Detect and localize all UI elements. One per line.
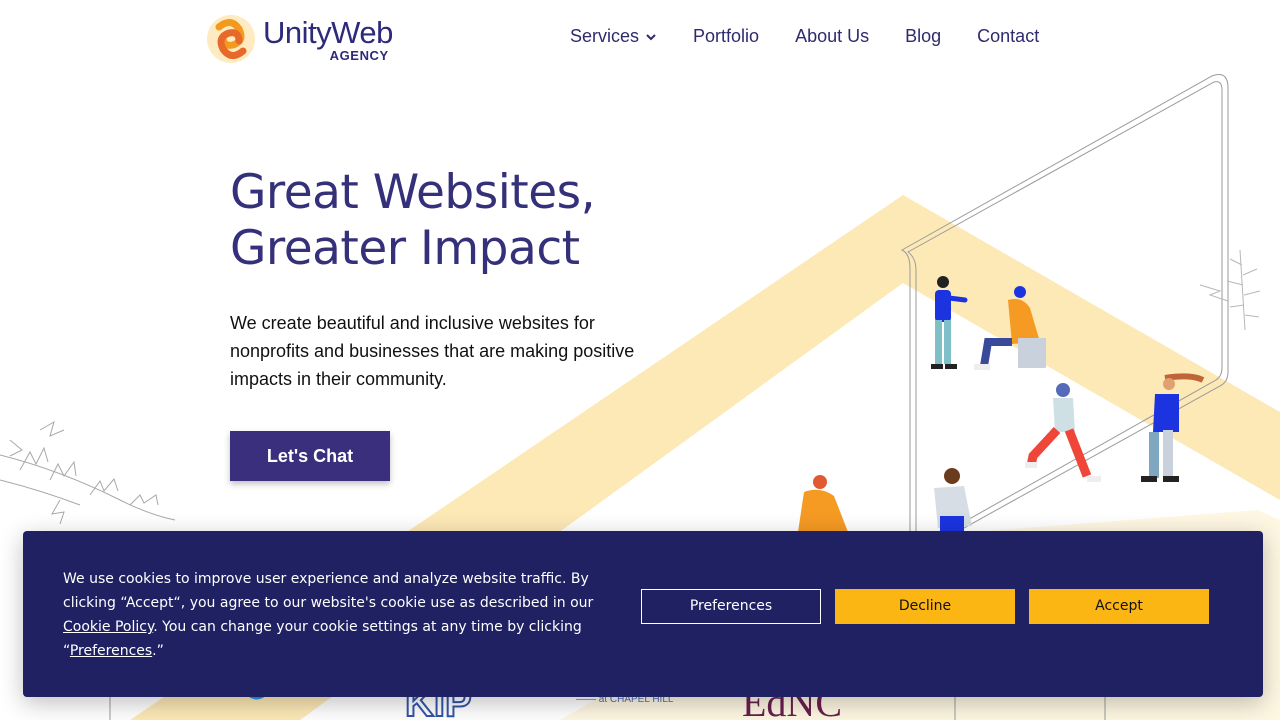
- accept-button[interactable]: Accept: [1029, 589, 1209, 624]
- decline-button[interactable]: Decline: [835, 589, 1015, 624]
- chevron-down-icon: [646, 33, 656, 40]
- lets-chat-button[interactable]: Let's Chat: [230, 431, 390, 481]
- nav-item-portfolio[interactable]: Portfolio: [693, 26, 759, 47]
- logo-brand-name: UnityWeb: [263, 14, 393, 50]
- person-standing-white-shirt: [934, 468, 972, 536]
- preferences-link[interactable]: Preferences: [70, 643, 152, 659]
- preferences-button[interactable]: Preferences: [641, 589, 821, 624]
- hero-description: We create beautiful and inclusive websit…: [230, 313, 635, 389]
- nav-item-label: Services: [570, 26, 640, 46]
- leaf-branch-right: [1199, 249, 1261, 331]
- cookie-consent-banner: We use cookies to improve user experienc…: [23, 531, 1263, 697]
- hero-title-line-2: Greater Impact: [230, 221, 580, 276]
- logo-wordmark: UnityWeb AGENCY: [263, 17, 393, 62]
- person-sitting-orange-jacket-left: [798, 475, 848, 532]
- logo-brand-sub: AGENCY: [329, 47, 389, 63]
- site-header: UnityWeb AGENCY Services Portfolio About…: [0, 0, 1280, 76]
- cookie-message: We use cookies to improve user experienc…: [63, 567, 608, 663]
- logo-mark-icon: [207, 15, 255, 63]
- hero-section: Great Websites, Greater Impact We create…: [230, 165, 700, 481]
- nav-item-contact[interactable]: Contact: [977, 26, 1039, 47]
- cookie-policy-link[interactable]: Cookie Policy: [63, 619, 153, 635]
- nav-item-services[interactable]: Services: [570, 26, 657, 47]
- hero-title: Great Websites, Greater Impact: [230, 165, 700, 277]
- nav-item-about-us[interactable]: About Us: [795, 26, 869, 47]
- cookie-text-part-3: .”: [152, 643, 164, 659]
- main-navigation: Services Portfolio About Us Blog Contact: [570, 26, 1039, 47]
- cookie-text-part-1: We use cookies to improve user experienc…: [63, 571, 594, 611]
- leaf-branch-left: [0, 420, 176, 525]
- person-walking-red-pants: [1025, 383, 1101, 482]
- hero-title-line-1: Great Websites,: [230, 165, 596, 220]
- nav-item-blog[interactable]: Blog: [905, 26, 941, 47]
- site-logo[interactable]: UnityWeb AGENCY: [205, 8, 405, 70]
